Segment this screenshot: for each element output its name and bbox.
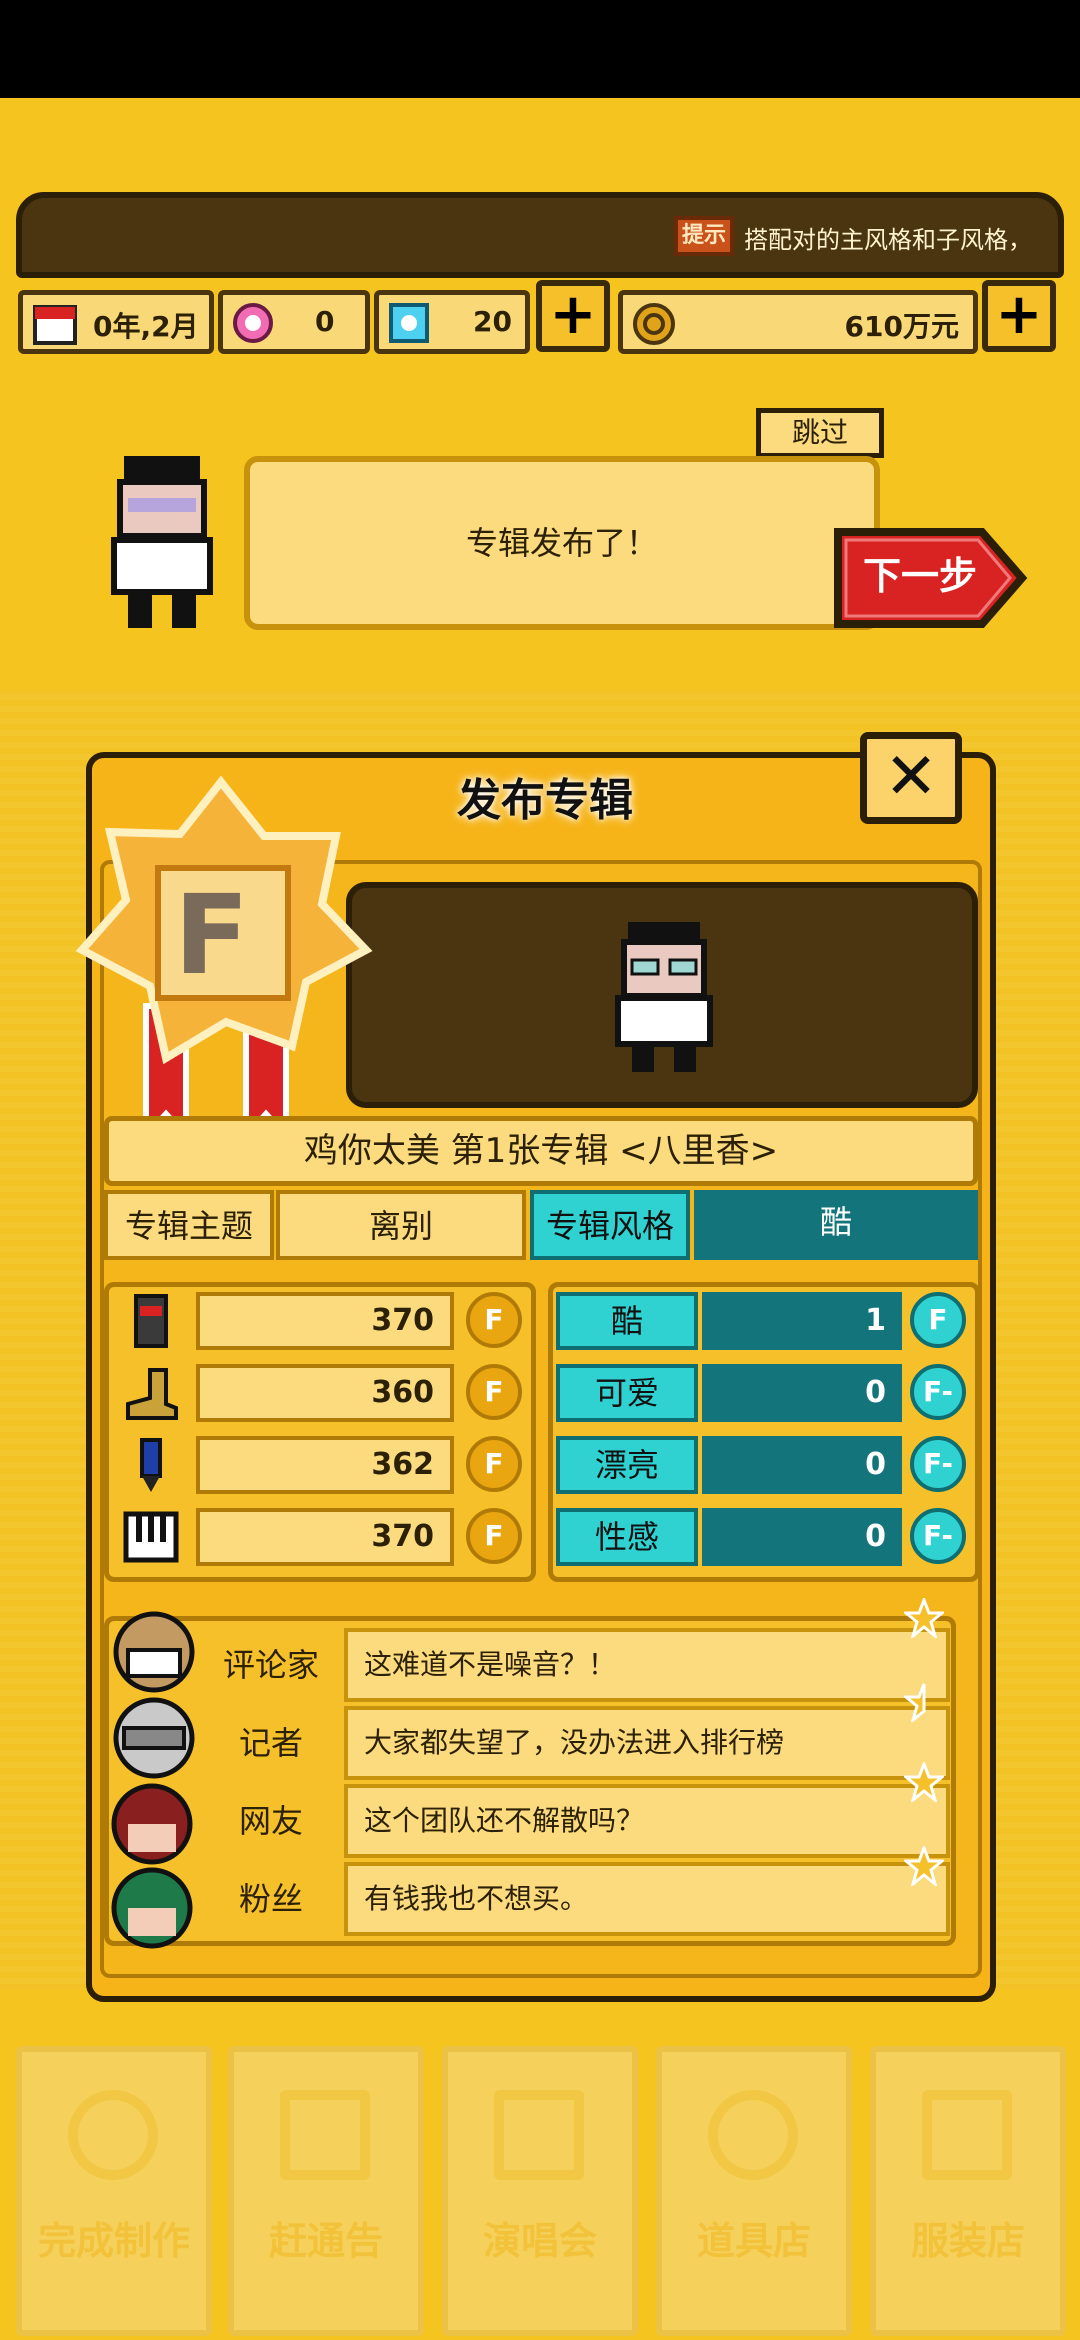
album-title: 鸡你太美 第1张专辑 <八里香> xyxy=(104,1116,978,1186)
coin-icon xyxy=(633,303,675,345)
manager-character xyxy=(111,456,213,628)
half-star-icon xyxy=(904,1683,926,1722)
nav-label: 服装店 xyxy=(910,2219,1025,2263)
grade-letter: F xyxy=(174,871,250,999)
style-stat-value: 0 xyxy=(702,1508,902,1566)
skip-button[interactable]: 跳过 xyxy=(756,408,884,458)
style-label: 专辑风格 xyxy=(530,1190,690,1260)
theme-value: 离别 xyxy=(276,1190,526,1260)
boot-icon xyxy=(126,1368,178,1420)
date-stat: 0年,2月 xyxy=(18,290,214,354)
style-stat-label: 可爱 xyxy=(556,1364,698,1422)
netizen-avatar xyxy=(111,1783,193,1865)
money-stat: 610万元 xyxy=(618,290,978,354)
review-text: 这难道不是噪音？！ xyxy=(344,1628,950,1702)
nav-label: 道具店 xyxy=(696,2219,811,2263)
style-stat-value: 0 xyxy=(702,1436,902,1494)
nav-label: 赶通告 xyxy=(268,2219,383,2263)
microphone-icon xyxy=(134,1294,168,1348)
pink-gem-stat: 0 xyxy=(218,290,370,354)
record-icon xyxy=(68,2090,158,2180)
style-stat-value: 0 xyxy=(702,1364,902,1422)
ability-grade: F xyxy=(466,1508,522,1564)
reviewer-name: 记者 xyxy=(206,1706,336,1780)
review-text: 这个团队还不解散吗？ xyxy=(344,1784,950,1858)
review-text: 大家都失望了，没办法进入排行榜 xyxy=(344,1706,950,1780)
ability-grade: F xyxy=(466,1364,522,1420)
blue-gem-value: 20 xyxy=(473,305,512,338)
fan-avatar xyxy=(111,1867,193,1949)
date-value: 0年,2月 xyxy=(93,310,199,343)
ability-value: 362 xyxy=(196,1436,454,1494)
style-stat-label: 漂亮 xyxy=(556,1436,698,1494)
star-empty-icon xyxy=(904,1762,944,1802)
style-stat-label: 酷 xyxy=(556,1292,698,1350)
add-money-button[interactable]: + xyxy=(982,280,1056,352)
style-value: 酷 xyxy=(694,1190,978,1260)
star-empty-icon xyxy=(904,1846,944,1886)
piano-icon xyxy=(123,1511,179,1563)
ability-grade: F xyxy=(466,1436,522,1492)
status-bar xyxy=(0,0,1080,98)
reviewer-name: 网友 xyxy=(206,1784,336,1858)
reviewer-name: 评论家 xyxy=(206,1628,336,1702)
style-stat-grade: F- xyxy=(910,1436,966,1492)
tip-text: 搭配对的主风格和子风格， xyxy=(744,226,1032,254)
review-text: 有钱我也不想买。 xyxy=(344,1862,950,1936)
next-button-label: 下一步 xyxy=(862,554,977,598)
nav-label: 完成制作 xyxy=(37,2219,190,2263)
style-stat-grade: F xyxy=(910,1292,966,1348)
style-stat-label: 性感 xyxy=(556,1508,698,1566)
style-stat-grade: F- xyxy=(910,1508,966,1564)
tip-badge: 提示 xyxy=(674,216,734,256)
pink-gem-value: 0 xyxy=(315,305,335,338)
style-stat-grade: F- xyxy=(910,1364,966,1420)
close-button[interactable]: ✕ xyxy=(860,732,962,824)
singer-character xyxy=(615,922,713,1072)
nav-label: 演唱会 xyxy=(482,2219,597,2263)
pink-gem-icon xyxy=(233,303,273,343)
reviewer-name: 粉丝 xyxy=(206,1862,336,1936)
calendar-nav-icon xyxy=(280,2090,370,2180)
critic-avatar xyxy=(113,1611,195,1693)
pen-icon xyxy=(140,1438,162,1492)
add-gems-button[interactable]: + xyxy=(536,280,610,352)
ability-value: 370 xyxy=(196,1508,454,1566)
blue-gem-stat: 20 xyxy=(374,290,530,354)
theme-label: 专辑主题 xyxy=(104,1190,274,1260)
ability-value: 360 xyxy=(196,1364,454,1422)
calendar-icon xyxy=(33,305,77,345)
shirt-icon xyxy=(922,2090,1012,2180)
ability-value: 370 xyxy=(196,1292,454,1350)
item-shop-icon xyxy=(708,2090,798,2180)
journalist-avatar xyxy=(113,1697,195,1779)
style-stat-value: 1 xyxy=(702,1292,902,1350)
stage-icon xyxy=(494,2090,584,2180)
ability-grade: F xyxy=(466,1292,522,1348)
star-empty-icon xyxy=(904,1598,944,1638)
speech-bubble: 专辑发布了！ xyxy=(244,456,880,630)
money-value: 610万元 xyxy=(844,310,959,343)
blue-gem-icon xyxy=(389,303,429,343)
